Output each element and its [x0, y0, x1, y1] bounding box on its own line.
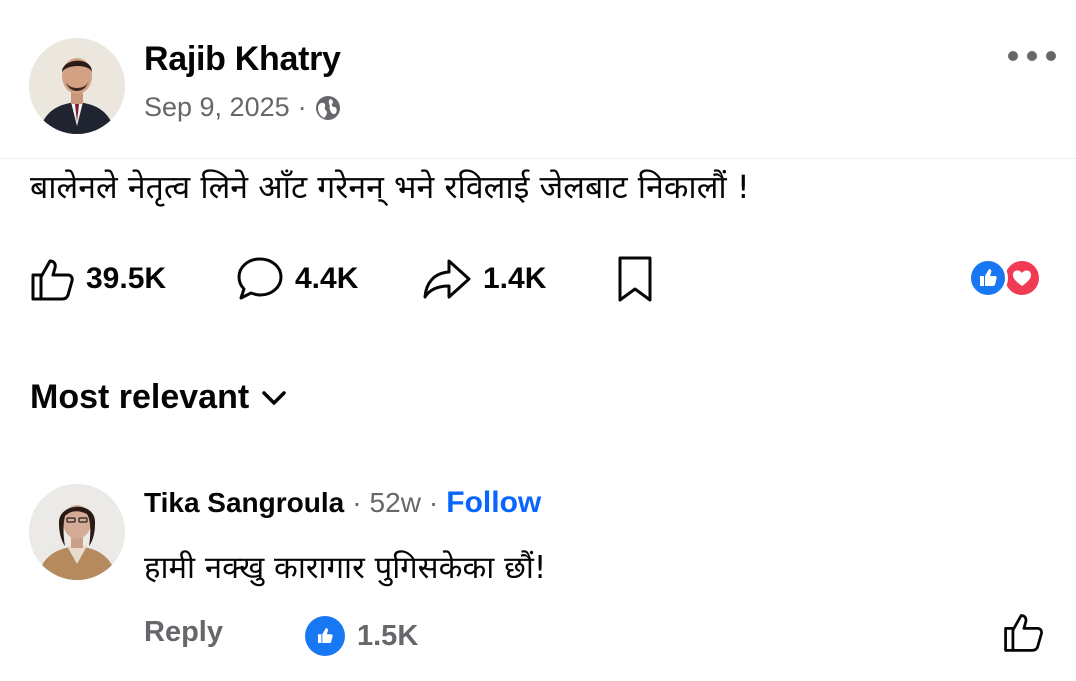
like-reaction-icon [968, 258, 1008, 298]
like-button[interactable]: 39.5K [28, 252, 166, 306]
comment-bubble-icon [237, 257, 283, 300]
header-divider [0, 158, 1076, 159]
post-text: बालेनले नेतृत्व लिने आँट गरेनन् भने रविल… [30, 168, 750, 206]
comment-reaction-summary[interactable]: 1.5K [305, 616, 418, 656]
post-date[interactable]: Sep 9, 2025 [144, 92, 290, 123]
more-dot-icon [1008, 51, 1018, 61]
comment-separator: · [352, 487, 362, 518]
thumbs-up-icon [1004, 614, 1043, 652]
share-button[interactable]: 1.4K [421, 252, 546, 306]
sort-label: Most relevant [30, 378, 250, 416]
more-dot-icon [1046, 51, 1056, 61]
comment-text: हामी नक्खु कारागार पुगिसकेका छौं! [144, 550, 547, 586]
globe-icon [315, 95, 340, 120]
author-avatar[interactable] [29, 38, 125, 134]
author-name[interactable]: Rajib Khatry [144, 40, 341, 79]
post-meta: Sep 9, 2025 · [144, 92, 341, 123]
comment-separator: · [428, 487, 439, 518]
like-count: 39.5K [86, 262, 167, 295]
like-reaction-icon [305, 616, 345, 656]
reaction-summary[interactable] [968, 258, 1048, 300]
more-dot-icon [1027, 51, 1037, 61]
share-arrow-icon [423, 259, 471, 299]
comment-count: 4.4K [295, 262, 359, 295]
follow-button[interactable]: Follow [446, 486, 541, 520]
thumbs-up-icon [31, 259, 74, 301]
comment-sort-dropdown[interactable]: Most relevant [30, 378, 287, 417]
bookmark-icon [618, 256, 652, 302]
post-view: Rajib Khatry Sep 9, 2025 · बालेनले नेतृत… [0, 0, 1076, 681]
commenter-name[interactable]: Tika Sangroula [144, 487, 344, 519]
chevron-down-icon [262, 390, 286, 405]
commenter-avatar[interactable] [29, 484, 125, 580]
comment-like-button[interactable] [1001, 610, 1045, 654]
save-button[interactable] [612, 252, 658, 306]
comment-reaction-count: 1.5K [357, 619, 419, 652]
comment-time[interactable]: 52w [370, 487, 421, 519]
comment-button[interactable]: 4.4K [235, 252, 358, 306]
more-options-button[interactable] [1008, 44, 1056, 68]
love-reaction-icon [1002, 258, 1042, 298]
comment-header: Tika Sangroula · 52w · Follow [144, 486, 541, 520]
share-count: 1.4K [483, 262, 547, 295]
commenter-photo [29, 484, 125, 580]
meta-separator: · [297, 92, 307, 122]
author-photo [29, 38, 125, 134]
reply-button[interactable]: Reply [144, 616, 223, 649]
